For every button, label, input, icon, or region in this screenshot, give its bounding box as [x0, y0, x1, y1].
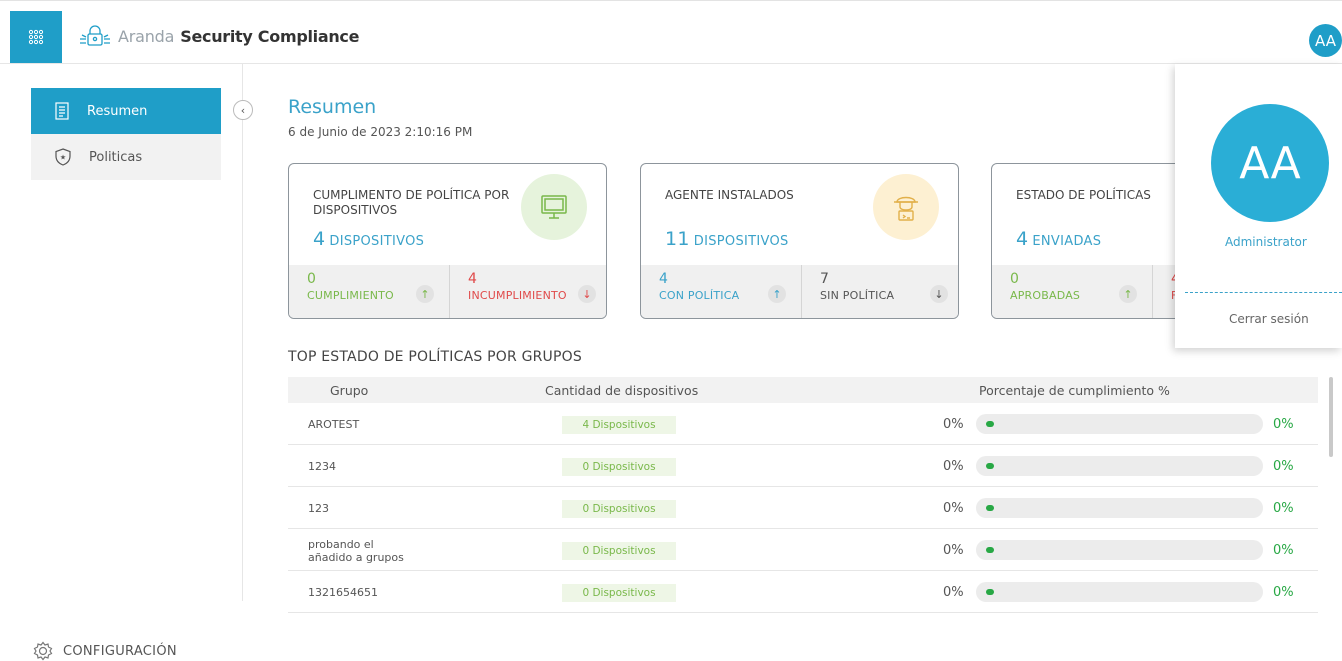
progress-bar [976, 456, 1263, 476]
group-name: 123 [308, 502, 329, 515]
progress-bar [976, 582, 1263, 602]
app-name-light: Aranda [118, 26, 175, 46]
arrow-up-icon: ↑ [1119, 285, 1137, 303]
app-name-bold: Security Compliance [180, 26, 360, 46]
devices-badge: 0 Dispositivos [562, 584, 676, 602]
card-footer: 0 CUMPLIMIENTO ↑ 4 INCUMPLIMIENTO ↓ [289, 265, 606, 318]
percentage-end: 0% [1273, 417, 1294, 432]
card-main-value: 4 ENVIADAS [1016, 228, 1101, 250]
arrow-down-icon: ↓ [578, 285, 596, 303]
arrow-up-icon: ↑ [416, 285, 434, 303]
card-agents: AGENTE INSTALADOS 11 DISPOSITIVOS 4 CON P… [640, 163, 959, 319]
sidebar: Resumen ★ Politicas CONFIGURACIÓN [0, 64, 243, 661]
chevron-left-icon: ‹ [240, 103, 246, 117]
table-row[interactable]: AROTEST 4 Dispositivos 0% 0% [288, 403, 1318, 445]
card-value: 4 [313, 228, 326, 250]
percentage-value: 0% [943, 585, 964, 600]
percentage-value: 0% [943, 501, 964, 516]
logout-button[interactable]: Cerrar sesión [1229, 312, 1309, 326]
progress-fill [986, 589, 994, 595]
table-header: Grupo Cantidad de dispositivos Porcentaj… [288, 377, 1318, 403]
col-header-percentage[interactable]: Porcentaje de cumplimiento % [979, 383, 1170, 398]
card-title: CUMPLIMENTO DE POLÍTICA POR DISPOSITIVOS [313, 188, 510, 217]
card-footer: 4 CON POLÍTICA ↑ 7 SIN POLÍTICA ↓ [641, 265, 958, 318]
stat-sin-politica: 7 SIN POLÍTICA ↓ [801, 265, 958, 318]
page-title: Resumen [288, 96, 377, 118]
percentage-value: 0% [943, 543, 964, 558]
stat-incumplimiento: 4 INCUMPLIMIENTO ↓ [449, 265, 606, 318]
progress-bar [976, 498, 1263, 518]
card-main-value: 11 DISPOSITIVOS [665, 228, 789, 250]
user-menu-name: Administrator [1225, 235, 1307, 249]
progress-fill [986, 505, 994, 511]
section-title: TOP ESTADO DE POLÍTICAS POR GRUPOS [288, 349, 582, 365]
group-name: AROTEST [308, 418, 360, 431]
percentage-value: 0% [943, 459, 964, 474]
card-unit: DISPOSITIVOS [693, 234, 789, 249]
config-link[interactable]: CONFIGURACIÓN [33, 641, 177, 661]
percentage-end: 0% [1273, 585, 1294, 600]
progress-bar [976, 414, 1263, 434]
devices-badge: 0 Dispositivos [562, 458, 676, 476]
monitor-icon [521, 174, 587, 240]
group-name: 1321654651 [308, 586, 378, 599]
card-unit: DISPOSITIVOS [329, 234, 425, 249]
apps-grid-icon [28, 29, 44, 45]
group-name: 1234 [308, 460, 336, 473]
percentage-end: 0% [1273, 459, 1294, 474]
table-row[interactable]: 1234 0 Dispositivos 0% 0% [288, 445, 1318, 487]
card-value: 4 [1016, 228, 1029, 250]
stat-aprobadas: 0 APROBADAS ↑ [992, 265, 1151, 318]
card-title: AGENTE INSTALADOS [665, 188, 794, 202]
sidebar-item-resumen[interactable]: Resumen [31, 88, 221, 134]
user-menu-popup: AA Administrator Cerrar sesión [1175, 64, 1342, 348]
agent-icon [873, 174, 939, 240]
user-menu-divider [1185, 292, 1342, 293]
devices-badge: 0 Dispositivos [562, 542, 676, 560]
sidebar-item-politicas[interactable]: ★ Politicas [31, 134, 221, 180]
user-menu-avatar: AA [1211, 104, 1329, 222]
apps-grid-button[interactable] [10, 11, 62, 63]
stat-cumplimiento: 0 CUMPLIMIENTO ↑ [289, 265, 448, 318]
gear-icon [33, 641, 53, 661]
progress-fill [986, 547, 994, 553]
svg-text:★: ★ [60, 154, 66, 162]
devices-badge: 0 Dispositivos [562, 500, 676, 518]
progress-bar [976, 540, 1263, 560]
group-name: probando el añadido a grupos [308, 538, 404, 564]
card-compliance: CUMPLIMENTO DE POLÍTICA POR DISPOSITIVOS… [288, 163, 607, 319]
top-bar: Aranda Security Compliance AA [0, 0, 1342, 64]
document-icon [55, 102, 69, 120]
percentage-value: 0% [943, 417, 964, 432]
col-header-devices[interactable]: Cantidad de dispositivos [545, 383, 698, 398]
table-scrollbar[interactable] [1329, 377, 1333, 457]
shield-star-icon: ★ [55, 148, 71, 166]
progress-fill [986, 421, 994, 427]
sidebar-item-label: Politicas [89, 149, 143, 165]
arrow-down-icon: ↓ [930, 285, 948, 303]
col-header-group[interactable]: Grupo [330, 383, 368, 398]
card-value: 11 [665, 228, 690, 250]
progress-fill [986, 463, 994, 469]
card-main-value: 4 DISPOSITIVOS [313, 228, 424, 250]
aranda-logo-icon [78, 25, 112, 47]
stat-con-politica: 4 CON POLÍTICA ↑ [641, 265, 800, 318]
user-avatar[interactable]: AA [1309, 24, 1342, 57]
card-unit: ENVIADAS [1032, 234, 1102, 249]
table-row[interactable]: 123 0 Dispositivos 0% 0% [288, 487, 1318, 529]
app-brand[interactable]: Aranda Security Compliance [78, 25, 359, 47]
arrow-up-icon: ↑ [768, 285, 786, 303]
percentage-end: 0% [1273, 501, 1294, 516]
config-label: CONFIGURACIÓN [63, 643, 177, 659]
percentage-end: 0% [1273, 543, 1294, 558]
table-row[interactable]: probando el añadido a grupos 0 Dispositi… [288, 529, 1318, 571]
page-date: 6 de Junio de 2023 2:10:16 PM [288, 125, 473, 139]
devices-badge: 4 Dispositivos [562, 416, 676, 434]
collapse-sidebar-button[interactable]: ‹ [233, 100, 253, 120]
table-row[interactable]: 1321654651 0 Dispositivos 0% 0% [288, 571, 1318, 613]
sidebar-item-label: Resumen [87, 103, 148, 119]
